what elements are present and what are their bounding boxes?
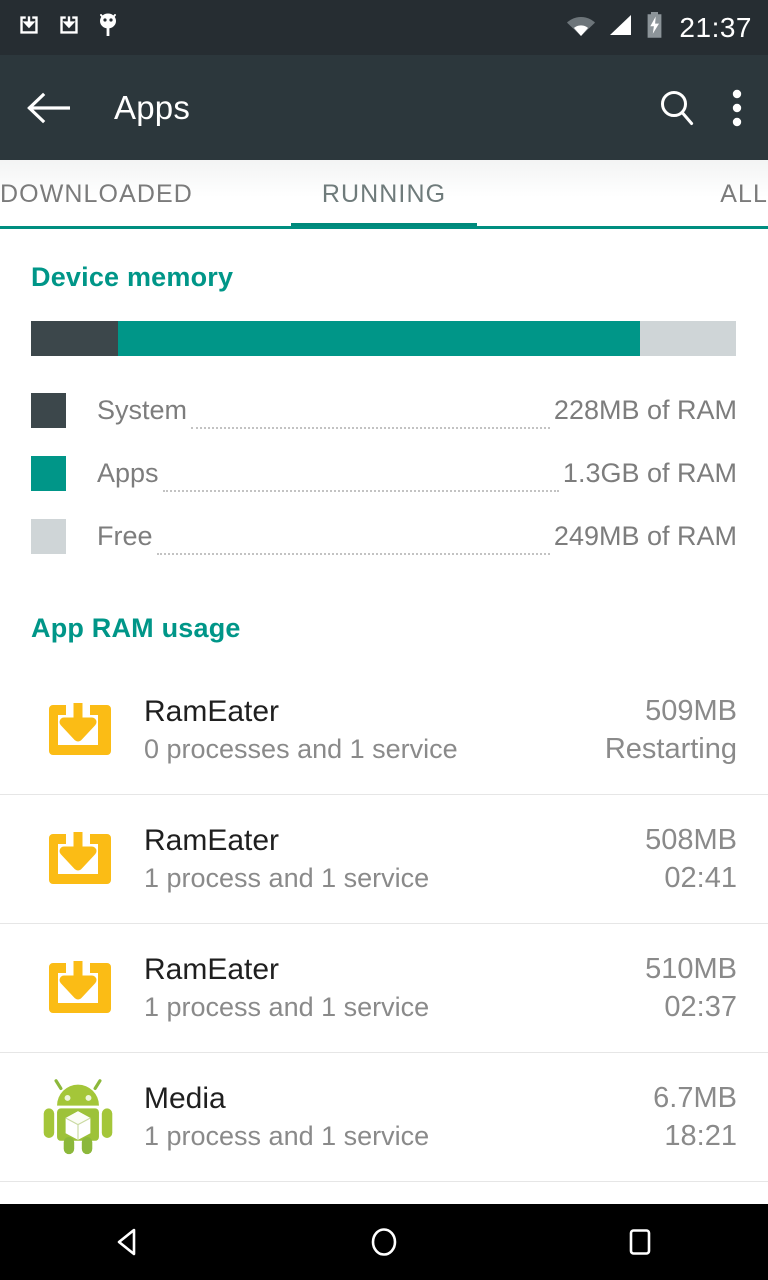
app-row-text: RamEater 1 process and 1 service	[144, 953, 429, 1023]
legend-value-system: 228MB of RAM	[553, 395, 737, 425]
legend-value-apps: 1.3GB of RAM	[562, 458, 737, 488]
device-memory-bar	[31, 321, 736, 356]
legend-label-system: System	[97, 395, 188, 425]
tab-bar: DOWNLOADED RUNNING ALL	[0, 160, 768, 228]
app-name: RamEater	[144, 953, 280, 986]
tab-running[interactable]: RUNNING	[291, 160, 477, 228]
battery-charging-icon	[645, 11, 664, 44]
device-memory-header: Device memory	[31, 262, 234, 292]
nav-home-button[interactable]	[324, 1204, 444, 1280]
app-row-metrics: 6.7MB 18:21	[653, 1081, 737, 1153]
android-robot-icon	[38, 1077, 118, 1157]
legend-label-free: Free	[97, 521, 153, 551]
app-process-summary: 1 process and 1 service	[144, 992, 430, 1022]
download-icon	[56, 12, 82, 43]
tab-downloaded-label: DOWNLOADED	[0, 179, 193, 208]
memory-segment-free	[640, 321, 736, 356]
status-bar-clock: 21:37	[679, 11, 752, 43]
app-row-text: RamEater 0 processes and 1 service	[144, 695, 458, 765]
status-bar: 21:37	[0, 0, 768, 55]
tab-all[interactable]: ALL	[477, 160, 768, 228]
app-row-text: RamEater 1 process and 1 service	[144, 824, 429, 894]
app-process-summary: 1 process and 1 service	[144, 863, 430, 893]
status-bar-notification-icons	[16, 11, 120, 44]
app-row-metrics: 508MB 02:41	[645, 823, 737, 895]
tab-downloaded[interactable]: DOWNLOADED	[0, 160, 291, 228]
legend-row-apps: Apps 1.3GB of RAM	[31, 442, 737, 505]
android-settings-apps-screen: 21:37 Apps DOWNLOADED RUNNING ALL Device…	[0, 0, 768, 1280]
signal-icon	[607, 13, 634, 42]
rameater-icon	[38, 819, 118, 899]
nav-back-button[interactable]	[68, 1204, 188, 1280]
app-process-summary: 0 processes and 1 service	[144, 734, 458, 764]
app-status: Restarting	[604, 733, 737, 765]
app-ram-size: 508MB	[645, 824, 737, 856]
legend-swatch-free	[31, 519, 66, 554]
legend-value-free: 249MB of RAM	[553, 521, 737, 551]
app-row-text: Media 1 process and 1 service	[144, 1082, 429, 1152]
running-apps-content: Device memory System 228MB of RAM Apps 1…	[0, 229, 768, 1204]
nav-recents-button[interactable]	[580, 1204, 700, 1280]
memory-segment-system	[31, 321, 119, 356]
download-icon	[16, 12, 42, 43]
back-button[interactable]	[26, 91, 70, 125]
table-row[interactable]: Media 1 process and 1 service 6.7MB 18:2…	[0, 1053, 768, 1182]
app-status: 18:21	[664, 1120, 737, 1152]
tab-all-label: ALL	[720, 179, 768, 208]
app-ram-size: 510MB	[645, 953, 737, 985]
app-row-metrics: 510MB 02:37	[645, 952, 737, 1024]
legend-row-system: System 228MB of RAM	[31, 379, 737, 442]
legend-row-free: Free 249MB of RAM	[31, 505, 737, 568]
app-name: Media	[144, 1082, 226, 1115]
app-status: 02:41	[664, 862, 737, 894]
legend-label-apps: Apps	[97, 458, 159, 488]
app-name: RamEater	[144, 695, 280, 728]
legend-swatch-apps	[31, 456, 66, 491]
app-ram-usage-header: App RAM usage	[31, 613, 241, 643]
table-row[interactable]: RamEater 1 process and 1 service 510MB 0…	[0, 924, 768, 1053]
memory-segment-apps	[118, 321, 641, 356]
app-name: RamEater	[144, 824, 280, 857]
app-status: 02:37	[664, 991, 737, 1023]
navigation-bar	[0, 1204, 768, 1280]
legend-leader-line	[156, 553, 550, 555]
status-bar-system-icons: 21:37	[566, 11, 752, 44]
tab-running-label: RUNNING	[321, 179, 447, 208]
page-title: Apps	[114, 88, 191, 126]
table-row[interactable]: RamEater 0 processes and 1 service 509MB…	[0, 666, 768, 795]
app-row-metrics: 509MB Restarting	[605, 694, 737, 766]
app-ram-usage-list: RamEater 0 processes and 1 service 509MB…	[0, 666, 768, 1182]
device-memory-legend: System 228MB of RAM Apps 1.3GB of RAM Fr…	[31, 379, 737, 568]
rameater-icon	[38, 948, 118, 1028]
rameater-icon	[38, 690, 118, 770]
wifi-icon	[566, 13, 596, 42]
legend-leader-line	[162, 490, 559, 492]
app-process-summary: 1 process and 1 service	[144, 1121, 430, 1151]
app-ram-size: 509MB	[645, 695, 737, 727]
table-row[interactable]: RamEater 1 process and 1 service 508MB 0…	[0, 795, 768, 924]
legend-swatch-system	[31, 393, 66, 428]
legend-leader-line	[191, 427, 550, 429]
android-debug-icon	[96, 11, 120, 44]
app-bar: Apps	[0, 55, 768, 160]
app-ram-size: 6.7MB	[653, 1082, 737, 1114]
more-options-icon[interactable]	[732, 88, 742, 128]
app-bar-actions	[658, 88, 742, 128]
search-icon[interactable]	[658, 89, 696, 127]
